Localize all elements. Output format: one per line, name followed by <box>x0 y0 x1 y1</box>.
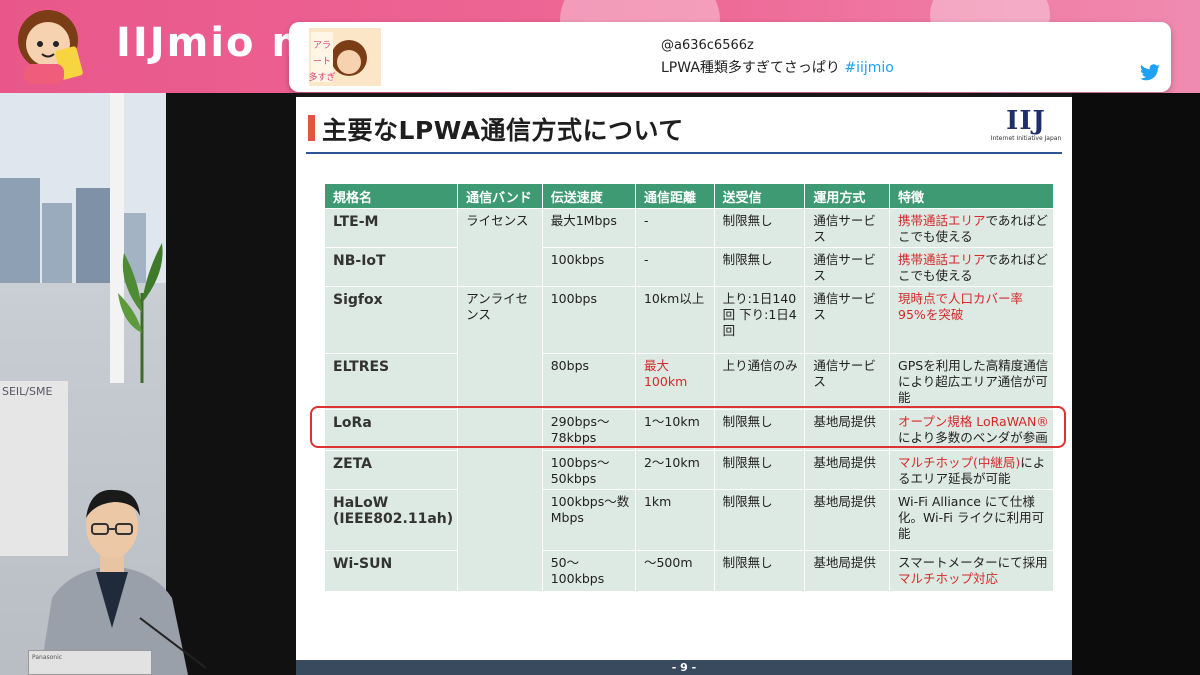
distance-cell: 1km <box>635 490 714 550</box>
slide-page-number: - 9 - <box>296 660 1072 675</box>
tweet-body: LPWA種類多すぎてさっぱり <box>661 60 840 76</box>
standard-name: HaLoW (IEEE802.11ah) <box>325 490 458 550</box>
table-header: 送受信 <box>714 184 805 208</box>
speed-cell: 100bps <box>542 287 635 353</box>
feature-cell: GPSを利用した高精度通信により超広エリア通信が可能 <box>890 354 1053 409</box>
feature-highlight: マルチホップ(中継局) <box>898 455 1021 470</box>
table-header: 運用方式 <box>805 184 890 208</box>
logo-subtitle: Internet Initiative Japan <box>990 135 1062 142</box>
city-building <box>42 203 72 283</box>
txrx-cell: 制限無し <box>714 209 805 247</box>
feature-cell: 現時点で人口カバー率95%を突破 <box>890 287 1053 353</box>
standard-name: ELTRES <box>325 354 458 409</box>
tweet-card[interactable]: アラ ート 多すぎ @a636c6566z LPWA種類多すぎてさっぱり #ii… <box>289 22 1171 92</box>
channel-title: IIJmio m <box>116 20 316 66</box>
table-header: 通信バンド <box>458 184 542 208</box>
feature-cell: マルチホップ(中継局)によるエリア延長が可能 <box>890 451 1053 489</box>
mode-cell: 通信サービス <box>805 287 890 353</box>
svg-text:多すぎ: 多すぎ <box>309 71 336 83</box>
speed-cell: 最大1Mbps <box>542 209 635 247</box>
table-row: Wi-SUN 50〜100kbps 〜500m 制限無し 基地局提供 スマートメ… <box>325 551 1053 591</box>
table-header: 伝送速度 <box>542 184 635 208</box>
feature-cell: Wi-Fi Alliance にて仕様化。Wi-Fi ライクに利用可能 <box>890 490 1053 550</box>
city-building <box>0 178 40 283</box>
table-row: NB-IoT 100kbps - 制限無し 通信サービス 携帯通話エリアであれば… <box>325 248 1053 286</box>
table-header: 通信距離 <box>635 184 714 208</box>
speed-cell: 100bps〜50kbps <box>542 451 635 489</box>
mode-cell: 基地局提供 <box>805 551 890 591</box>
lora-highlight-outline <box>310 406 1066 448</box>
feature-highlight: マルチホップ対応 <box>898 571 999 586</box>
table-row: ELTRES 80bps 最大100km 上り通信のみ 通信サービス GPSを利… <box>325 354 1053 409</box>
iij-logo: IIJ Internet Initiative Japan <box>990 107 1062 149</box>
txrx-cell: 制限無し <box>714 248 805 286</box>
txrx-cell: 上り:1日140回 下り:1日4回 <box>714 287 805 353</box>
mode-cell: 通信サービス <box>805 248 890 286</box>
txrx-cell: 制限無し <box>714 451 805 489</box>
speed-cell: 50〜100kbps <box>542 551 635 591</box>
logo-mark: IIJ <box>1006 106 1046 136</box>
feature-highlight: 携帯通話エリア <box>898 213 986 228</box>
table-row: ZETA 100bps〜50kbps 2〜10km 制限無し 基地局提供 マルチ… <box>325 451 1053 489</box>
feature-cell: スマートメーターにて採用 マルチホップ対応 <box>890 551 1053 591</box>
standard-name: Sigfox <box>325 287 458 353</box>
standard-name: Wi-SUN <box>325 551 458 591</box>
distance-cell: 〜500m <box>635 551 714 591</box>
title-rule <box>306 152 1062 154</box>
lpwa-comparison-table: 規格名 通信バンド 伝送速度 通信距離 送受信 運用方式 特徴 LTE-M ライ… <box>324 183 1054 592</box>
board-label: SEIL/SME <box>2 385 53 398</box>
speed-cell: 100kbps <box>542 248 635 286</box>
mode-cell: 通信サービス <box>805 354 890 409</box>
distance-cell: - <box>635 209 714 247</box>
slide-title: 主要なLPWA通信方式について <box>322 116 684 145</box>
title-accent-bar <box>308 115 315 141</box>
band-cell: ライセンス <box>458 209 542 286</box>
speed-cell: 100kbps〜数Mbps <box>542 490 635 550</box>
feature-text: Wi-Fi Alliance にて仕様化。Wi-Fi ライクに利用可能 <box>898 494 1045 541</box>
studio-right-dark <box>1072 93 1200 675</box>
tweet-handle[interactable]: @a636c6566z <box>661 38 754 53</box>
table-header: 規格名 <box>325 184 458 208</box>
feature-text: スマートメーターにて採用 <box>898 555 1048 570</box>
city-building <box>76 188 112 283</box>
table-row: Sigfox アンライセンス 100bps 10km以上 上り:1日140回 下… <box>325 287 1053 591</box>
feature-highlight: 現時点で人口カバー率95%を突破 <box>898 291 1024 322</box>
standard-name: LTE-M <box>325 209 458 247</box>
presentation-slide: 主要なLPWA通信方式について IIJ Internet Initiative … <box>296 97 1072 675</box>
feature-cell: 携帯通話エリアであればどこでも使える <box>890 209 1053 247</box>
feature-cell: 携帯通話エリアであればどこでも使える <box>890 248 1053 286</box>
tweet-thumbnail: アラ ート 多すぎ <box>309 28 381 86</box>
mode-cell: 通信サービス <box>805 209 890 247</box>
table-header: 特徴 <box>890 184 1053 208</box>
distance-cell: 最大100km <box>635 354 714 409</box>
tweet-hashtag[interactable]: #iijmio <box>844 60 894 76</box>
distance-cell: 10km以上 <box>635 287 714 353</box>
feature-text: GPSを利用した高精度通信により超広エリア通信が可能 <box>898 358 1049 405</box>
distance-cell: - <box>635 248 714 286</box>
tweet-text: LPWA種類多すぎてさっぱり #iijmio <box>661 57 894 77</box>
twitter-bird-icon <box>1140 64 1160 81</box>
mode-cell: 基地局提供 <box>805 451 890 489</box>
plant-icon <box>118 243 163 383</box>
speed-cell: 80bps <box>542 354 635 409</box>
mascot-icon <box>18 10 83 84</box>
svg-text:アラ: アラ <box>313 40 331 51</box>
txrx-cell: 制限無し <box>714 490 805 550</box>
distance-cell: 2〜10km <box>635 451 714 489</box>
feature-highlight: 携帯通話エリア <box>898 252 986 267</box>
txrx-cell: 制限無し <box>714 551 805 591</box>
txrx-cell: 上り通信のみ <box>714 354 805 409</box>
table-row: LTE-M ライセンス 最大1Mbps - 制限無し 通信サービス 携帯通話エリ… <box>325 209 1053 286</box>
laptop-brand: Panasonic <box>32 654 63 661</box>
standard-name: ZETA <box>325 451 458 489</box>
table-row: HaLoW (IEEE802.11ah) 100kbps〜数Mbps 1km 制… <box>325 490 1053 550</box>
standard-name: NB-IoT <box>325 248 458 286</box>
table-header-row: 規格名 通信バンド 伝送速度 通信距離 送受信 運用方式 特徴 <box>325 184 1053 208</box>
mode-cell: 基地局提供 <box>805 490 890 550</box>
svg-text:ート: ート <box>313 57 331 67</box>
presenter-figure <box>40 489 206 675</box>
